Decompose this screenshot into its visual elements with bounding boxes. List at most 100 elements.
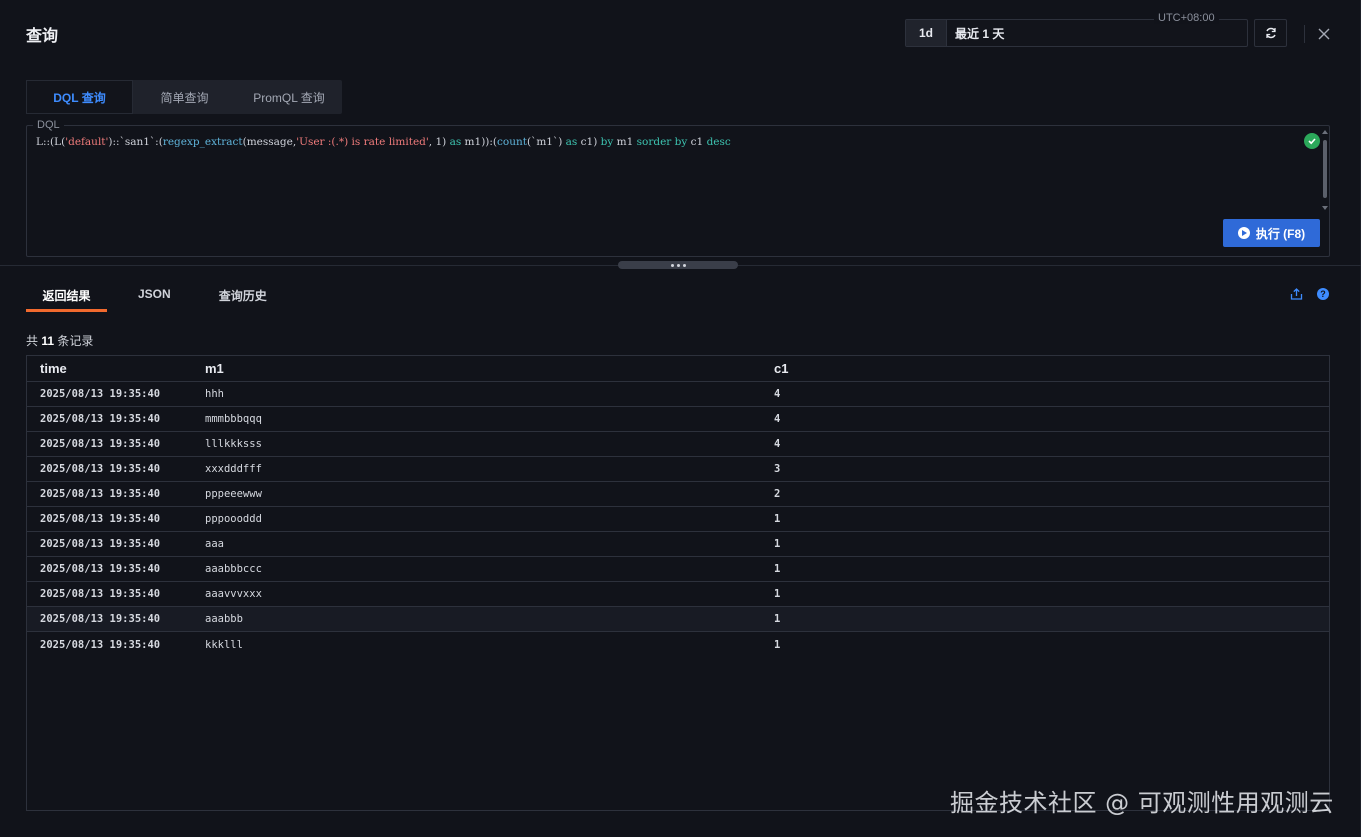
table-row[interactable]: 2025/08/13 19:35:40 pppeeewww 2 (27, 482, 1329, 507)
resize-handle[interactable] (618, 261, 738, 269)
result-table: time m1 c1 2025/08/13 19:35:40 hhh 4 202… (26, 355, 1330, 811)
dql-editor[interactable]: L::(L('default')::`san1`:(regexp_extract… (26, 125, 1330, 257)
editor-legend: DQL (33, 119, 64, 131)
drag-dot-icon (682, 263, 686, 267)
result-tabs: 返回结果 JSON 查询历史 (26, 279, 267, 312)
cell-c1: 3 (774, 463, 781, 475)
cell-time: 2025/08/13 19:35:40 (40, 638, 161, 651)
code-token: (message, (242, 136, 297, 148)
export-icon[interactable] (1290, 288, 1303, 300)
run-button-label: 执行 (F8) (1255, 226, 1306, 241)
code-token: 'User :(.*) is rate limited' (296, 136, 429, 148)
table-row[interactable]: 2025/08/13 19:35:40 aaa 1 (27, 532, 1329, 557)
dql-code[interactable]: L::(L('default')::`san1`:(regexp_extract… (36, 136, 731, 148)
tab-promql-query[interactable]: PromQL 查询 (236, 80, 342, 114)
column-header-m1[interactable]: m1 (192, 361, 761, 376)
code-token: m1)):( (461, 136, 498, 148)
record-count: 共 11 条记录 (26, 332, 93, 349)
column-header-time[interactable]: time (27, 361, 192, 376)
table-row[interactable]: 2025/08/13 19:35:40 kkklll 1 (27, 632, 1329, 657)
table-row[interactable]: 2025/08/13 19:35:40 xxxdddfff 3 (27, 457, 1329, 482)
cell-time: 2025/08/13 19:35:40 (40, 563, 161, 575)
drag-dot-icon (676, 263, 680, 267)
cell-m1: pppeeewww (205, 488, 262, 500)
tab-query-history[interactable]: 查询历史 (219, 279, 267, 312)
table-row[interactable]: 2025/08/13 19:35:40 hhh 4 (27, 382, 1329, 407)
record-count-suffix: 条记录 (57, 334, 94, 348)
time-range-label: 最近 1 天 (955, 26, 1005, 41)
refresh-button[interactable] (1254, 19, 1287, 47)
cell-m1: lllkkksss (205, 438, 262, 450)
tab-json[interactable]: JSON (138, 279, 171, 312)
time-range-short: 1d (906, 20, 947, 46)
cell-c1: 1 (774, 563, 781, 575)
close-icon (1318, 28, 1330, 40)
cell-c1: 1 (774, 638, 781, 651)
table-row[interactable]: 2025/08/13 19:35:40 pppoooddd 1 (27, 507, 1329, 532)
cell-time: 2025/08/13 19:35:40 (40, 488, 161, 500)
cell-time: 2025/08/13 19:35:40 (40, 613, 161, 625)
scroll-thumb[interactable] (1323, 140, 1327, 198)
play-icon (1237, 227, 1250, 239)
column-header-c1[interactable]: c1 (761, 361, 788, 376)
table-row[interactable]: 2025/08/13 19:35:40 lllkkksss 4 (27, 432, 1329, 457)
refresh-icon (1265, 27, 1276, 39)
code-token: L::(L( (36, 136, 66, 148)
cell-m1: xxxdddfff (205, 463, 262, 475)
page-title: 查询 (26, 28, 59, 45)
record-count-prefix: 共 (26, 334, 39, 348)
cell-c1: 1 (774, 613, 781, 625)
record-count-value: 11 (41, 334, 55, 348)
code-token: 'default' (65, 136, 109, 148)
scroll-up-icon[interactable] (1322, 130, 1328, 134)
tab-dql-query[interactable]: DQL 查询 (26, 80, 133, 114)
run-button[interactable]: 执行 (F8) (1223, 219, 1320, 247)
table-row[interactable]: 2025/08/13 19:35:40 aaabbbccc 1 (27, 557, 1329, 582)
code-token: c1) (577, 136, 601, 148)
valid-check-icon (1304, 133, 1320, 149)
code-token: sorder by (636, 136, 688, 148)
drag-dot-icon (670, 263, 674, 267)
table-row[interactable]: 2025/08/13 19:35:40 aaavvvxxx 1 (27, 582, 1329, 607)
code-token: , 1) (428, 136, 450, 148)
cell-time: 2025/08/13 19:35:40 (40, 438, 161, 450)
code-token: (`m1`) (526, 136, 566, 148)
code-token: count (497, 136, 527, 148)
cell-c1: 4 (774, 388, 781, 400)
tab-results[interactable]: 返回结果 (26, 279, 107, 312)
table-row[interactable]: 2025/08/13 19:35:40 mmmbbbqqq 4 (27, 407, 1329, 432)
editor-scrollbar[interactable] (1321, 128, 1329, 212)
tab-simple-query[interactable]: 简单查询 (133, 80, 236, 114)
cell-time: 2025/08/13 19:35:40 (40, 413, 161, 425)
code-token: desc (706, 136, 731, 148)
cell-c1: 1 (774, 513, 781, 525)
cell-m1: aaa (205, 538, 224, 550)
cell-time: 2025/08/13 19:35:40 (40, 513, 161, 525)
cell-c1: 1 (774, 538, 781, 550)
code-token: )::`san1`:( (108, 136, 163, 148)
close-button[interactable] (1316, 26, 1332, 42)
cell-c1: 2 (774, 488, 781, 500)
cell-time: 2025/08/13 19:35:40 (40, 538, 161, 550)
query-panel: 查询 UTC+08:00 1d 最近 1 天 DQL 查询 简单查询 PromQ… (0, 0, 1361, 837)
table-header: time m1 c1 (27, 356, 1329, 382)
cell-time: 2025/08/13 19:35:40 (40, 588, 161, 600)
cell-m1: aaavvvxxx (205, 588, 262, 600)
cell-m1: kkklll (205, 638, 243, 651)
header-divider (1304, 25, 1305, 43)
cell-c1: 4 (774, 413, 781, 425)
code-token: m1 (613, 136, 637, 148)
cell-c1: 4 (774, 438, 781, 450)
cell-time: 2025/08/13 19:35:40 (40, 388, 161, 400)
scroll-down-icon[interactable] (1322, 206, 1328, 210)
query-mode-tabs: DQL 查询 简单查询 PromQL 查询 (26, 80, 342, 114)
timezone-label: UTC+08:00 (1154, 12, 1219, 24)
watermark: 掘金技术社区 @ 可观测性用观测云 (950, 789, 1334, 817)
code-token: as (449, 136, 462, 148)
cell-time: 2025/08/13 19:35:40 (40, 463, 161, 475)
cell-m1: aaabbbccc (205, 563, 262, 575)
code-token: c1 (687, 136, 707, 148)
help-icon[interactable]: ? (1317, 288, 1329, 300)
table-row[interactable]: 2025/08/13 19:35:40 aaabbb 1 (27, 607, 1329, 632)
cell-c1: 1 (774, 588, 781, 600)
